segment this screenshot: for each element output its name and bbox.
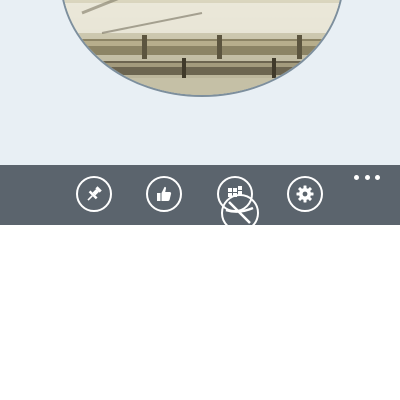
gear-icon (296, 185, 314, 203)
pin-icon (87, 186, 102, 201)
pin-button[interactable] (76, 176, 112, 212)
like-button[interactable] (146, 176, 182, 212)
app-bar (0, 165, 400, 225)
thumbs-up-icon (157, 186, 172, 201)
content-area (0, 225, 400, 400)
bamboo-photo-image (62, 0, 342, 95)
more-dots-icon (354, 174, 359, 180)
profile-header (0, 0, 400, 165)
more-options-button[interactable] (354, 170, 380, 184)
settings-button[interactable] (287, 176, 323, 212)
apps-button[interactable] (217, 176, 253, 212)
profile-photo[interactable] (60, 0, 344, 97)
apps-icon (228, 186, 242, 197)
